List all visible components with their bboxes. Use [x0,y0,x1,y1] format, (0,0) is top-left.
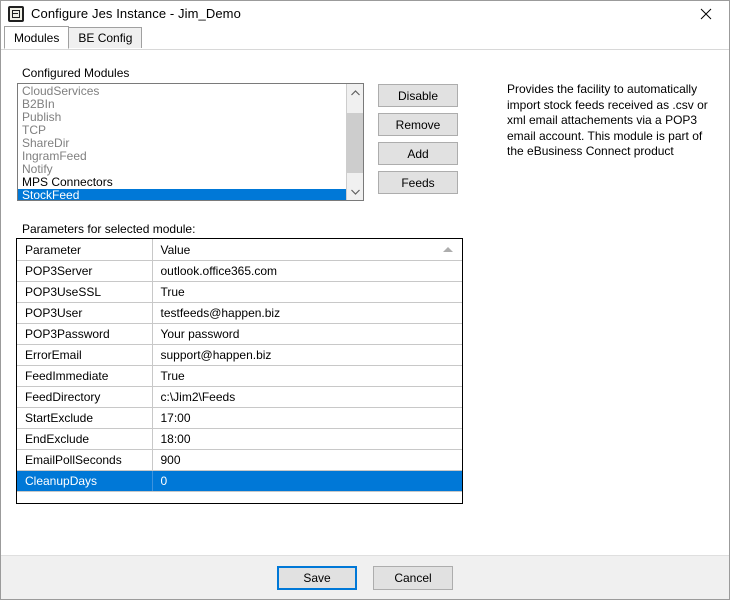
ebusiness-connect-icon [8,6,24,22]
table-header-row: Parameter Value [17,239,462,261]
module-list-items: CloudServices B2BIn Publish TCP ShareDir… [18,84,346,200]
configured-modules-listbox[interactable]: CloudServices B2BIn Publish TCP ShareDir… [17,83,364,201]
parameters-table: Parameter Value POP3Server outlook.offic… [17,239,462,492]
cell-value[interactable]: Your password [152,324,462,345]
column-header-parameter[interactable]: Parameter [17,239,152,261]
cell-parameter: POP3User [17,303,152,324]
cell-parameter: FeedImmediate [17,366,152,387]
cancel-button[interactable]: Cancel [373,566,453,590]
cell-parameter: POP3Server [17,261,152,282]
table-row[interactable]: StartExclude 17:00 [17,408,462,429]
cell-value[interactable]: support@happen.biz [152,345,462,366]
cell-value[interactable]: outlook.office365.com [152,261,462,282]
cell-value[interactable]: True [152,282,462,303]
dialog-footer: Save Cancel [1,555,729,599]
scroll-up-icon[interactable] [347,84,363,101]
tab-modules[interactable]: Modules [4,26,69,49]
sort-ascending-icon [443,247,453,252]
feeds-button[interactable]: Feeds [378,171,458,194]
table-row[interactable]: EndExclude 18:00 [17,429,462,450]
configure-jes-instance-dialog: Configure Jes Instance - Jim_Demo Module… [0,0,730,600]
disable-button[interactable]: Disable [378,84,458,107]
cell-value[interactable]: 900 [152,450,462,471]
table-row[interactable]: POP3UseSSL True [17,282,462,303]
column-header-value[interactable]: Value [152,239,462,261]
table-row[interactable]: POP3Password Your password [17,324,462,345]
parameters-label: Parameters for selected module: [22,222,195,236]
list-item-selected[interactable]: StockFeed [18,189,346,200]
cell-value[interactable]: c:\Jim2\Feeds [152,387,462,408]
cell-value[interactable]: 17:00 [152,408,462,429]
cell-value[interactable]: 18:00 [152,429,462,450]
table-row[interactable]: POP3User testfeeds@happen.biz [17,303,462,324]
cell-parameter: EndExclude [17,429,152,450]
modules-tab-panel: Configured Modules CloudServices B2BIn P… [1,49,729,555]
column-header-value-label: Value [161,243,191,257]
window-title: Configure Jes Instance - Jim_Demo [31,6,241,21]
cell-parameter: FeedDirectory [17,387,152,408]
tab-be-config[interactable]: BE Config [68,27,142,49]
module-description: Provides the facility to automatically i… [507,82,717,160]
table-row[interactable]: POP3Server outlook.office365.com [17,261,462,282]
save-button[interactable]: Save [277,566,357,590]
cell-parameter: StartExclude [17,408,152,429]
add-button[interactable]: Add [378,142,458,165]
cell-parameter: EmailPollSeconds [17,450,152,471]
cell-value[interactable]: True [152,366,462,387]
table-row[interactable]: FeedDirectory c:\Jim2\Feeds [17,387,462,408]
scroll-down-icon[interactable] [347,183,363,200]
cell-parameter: CleanupDays [17,471,152,492]
module-list-scrollbar[interactable] [346,84,363,200]
table-row[interactable]: FeedImmediate True [17,366,462,387]
scrollbar-thumb[interactable] [347,113,363,173]
cell-value[interactable]: 0 [152,471,462,492]
cell-parameter: POP3Password [17,324,152,345]
list-item[interactable]: B2BIn [18,98,346,111]
tab-strip: Modules BE Config [1,26,729,49]
close-icon[interactable] [683,1,729,26]
parameters-table-container[interactable]: Parameter Value POP3Server outlook.offic… [16,238,463,504]
list-item[interactable]: CloudServices [18,85,346,98]
table-row-selected[interactable]: CleanupDays 0 [17,471,462,492]
configured-modules-label: Configured Modules [22,66,129,80]
list-item[interactable]: IngramFeed [18,150,346,163]
title-bar: Configure Jes Instance - Jim_Demo [1,1,729,26]
table-row[interactable]: EmailPollSeconds 900 [17,450,462,471]
scrollbar-track[interactable] [347,101,363,183]
list-item[interactable]: Publish [18,111,346,124]
cell-value[interactable]: testfeeds@happen.biz [152,303,462,324]
remove-button[interactable]: Remove [378,113,458,136]
cell-parameter: POP3UseSSL [17,282,152,303]
cell-parameter: ErrorEmail [17,345,152,366]
table-row[interactable]: ErrorEmail support@happen.biz [17,345,462,366]
